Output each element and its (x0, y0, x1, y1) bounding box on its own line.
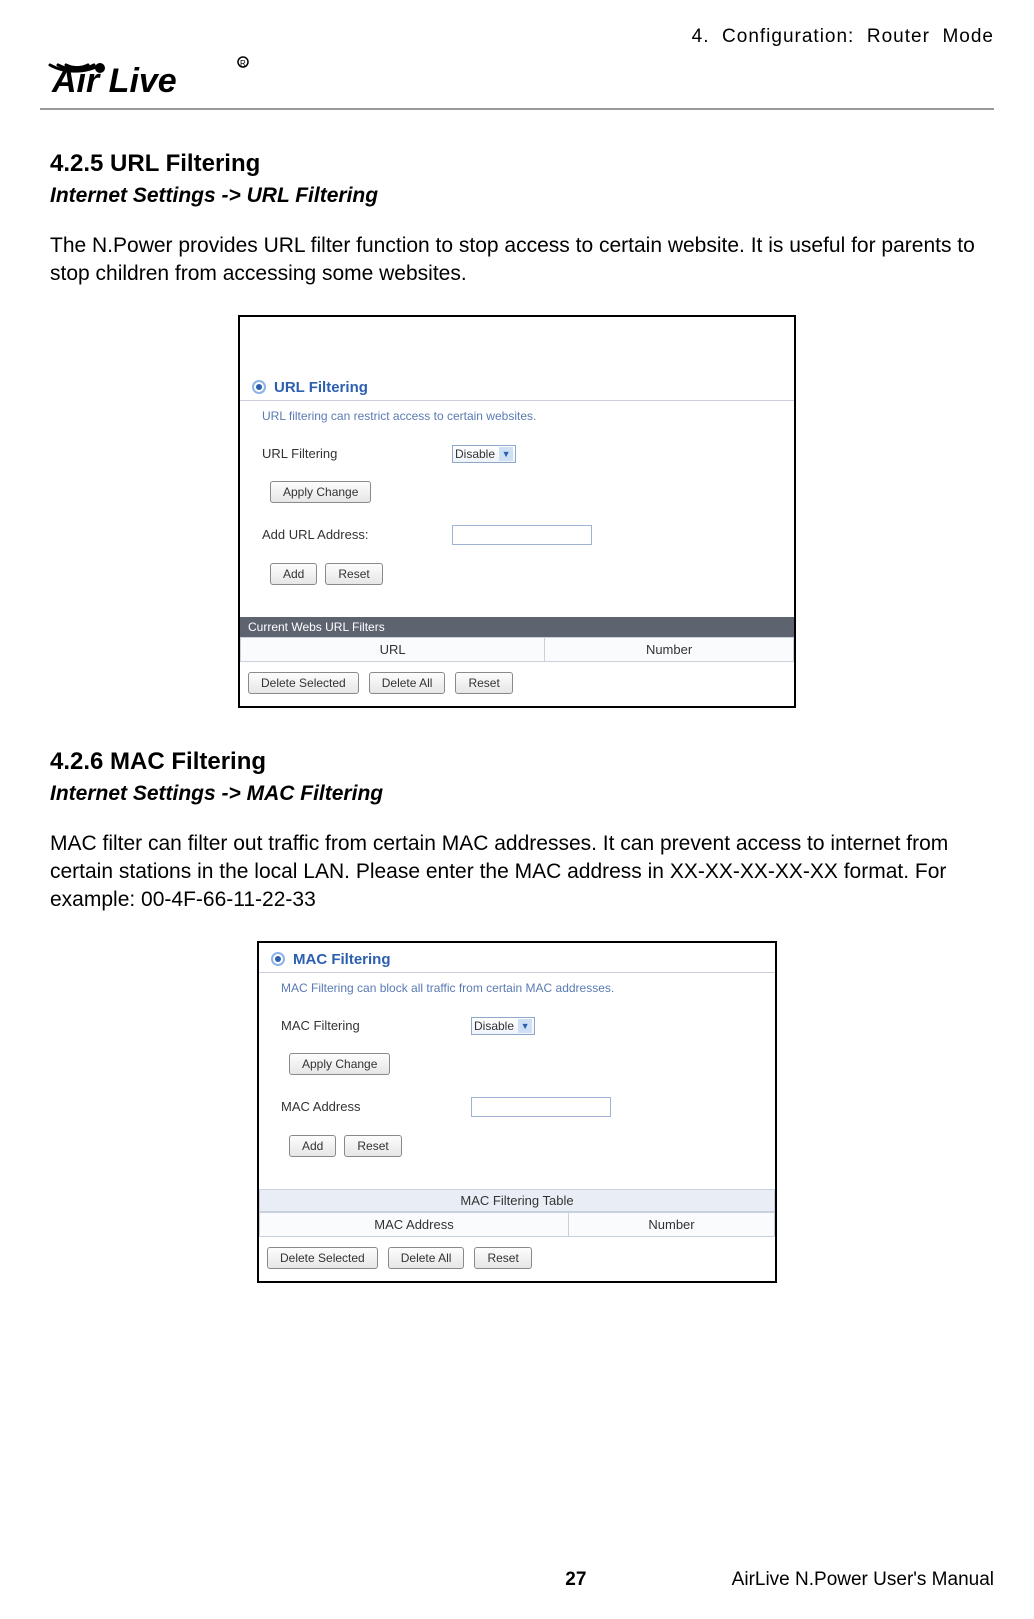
reset-table-button[interactable]: Reset (474, 1247, 531, 1269)
svg-text:Air Live: Air Live (51, 62, 177, 100)
url-table-title: Current Webs URL Filters (240, 617, 794, 637)
mac-table-title: MAC Filtering Table (259, 1189, 775, 1212)
select-value: Disable (474, 1019, 514, 1033)
reset-button[interactable]: Reset (325, 563, 382, 585)
mac-filter-table: MAC Address Number (259, 1212, 775, 1237)
add-button[interactable]: Add (270, 563, 317, 585)
col-mac: MAC Address (260, 1212, 569, 1236)
section-heading-url: 4.2.5 URL Filtering (50, 150, 984, 178)
panel-title-text: URL Filtering (274, 379, 368, 396)
chevron-down-icon: ▼ (518, 1019, 532, 1033)
delete-selected-button[interactable]: Delete Selected (248, 672, 359, 694)
chapter-label: 4. Configuration: Router Mode (692, 26, 994, 48)
mac-filter-select[interactable]: Disable ▼ (471, 1017, 535, 1035)
url-filter-table: URL Number (240, 637, 794, 662)
url-filter-select[interactable]: Disable ▼ (452, 445, 516, 463)
apply-change-button[interactable]: Apply Change (289, 1053, 390, 1075)
add-url-input[interactable] (452, 525, 592, 545)
url-filtering-panel: URL Filtering URL filtering can restrict… (238, 315, 796, 708)
mac-address-label: MAC Address (281, 1099, 471, 1114)
panel-title-text: MAC Filtering (293, 951, 391, 968)
delete-all-button[interactable]: Delete All (369, 672, 446, 694)
section-paragraph-url: The N.Power provides URL filter function… (50, 232, 984, 289)
chevron-down-icon: ▼ (499, 447, 513, 461)
panel-title-url: URL Filtering (240, 373, 794, 400)
header-divider (40, 108, 994, 110)
manual-name: AirLive N.Power User's Manual (732, 1569, 994, 1591)
breadcrumb-url: Internet Settings -> URL Filtering (50, 184, 984, 208)
delete-all-button[interactable]: Delete All (388, 1247, 465, 1269)
bullet-icon (252, 380, 266, 394)
mac-address-input[interactable] (471, 1097, 611, 1117)
bullet-icon (271, 952, 285, 966)
section-paragraph-mac: MAC filter can filter out traffic from c… (50, 830, 984, 915)
page-number: 27 (565, 1569, 586, 1591)
col-number: Number (569, 1212, 775, 1236)
reset-button[interactable]: Reset (344, 1135, 401, 1157)
url-filter-label: URL Filtering (262, 446, 452, 461)
delete-selected-button[interactable]: Delete Selected (267, 1247, 378, 1269)
select-value: Disable (455, 447, 495, 461)
mac-filtering-panel: MAC Filtering MAC Filtering can block al… (257, 941, 777, 1283)
col-number: Number (545, 637, 794, 661)
breadcrumb-mac: Internet Settings -> MAC Filtering (50, 782, 984, 806)
panel-desc-url: URL filtering can restrict access to cer… (240, 405, 794, 441)
col-url: URL (241, 637, 545, 661)
apply-change-button[interactable]: Apply Change (270, 481, 371, 503)
section-heading-mac: 4.2.6 MAC Filtering (50, 748, 984, 776)
add-url-label: Add URL Address: (262, 527, 452, 542)
panel-desc-mac: MAC Filtering can block all traffic from… (259, 977, 775, 1013)
mac-filter-label: MAC Filtering (281, 1018, 471, 1033)
brand-logo: Air Live R (40, 20, 300, 100)
reset-table-button[interactable]: Reset (455, 672, 512, 694)
panel-title-mac: MAC Filtering (259, 945, 775, 972)
svg-text:R: R (240, 59, 246, 68)
add-button[interactable]: Add (289, 1135, 336, 1157)
